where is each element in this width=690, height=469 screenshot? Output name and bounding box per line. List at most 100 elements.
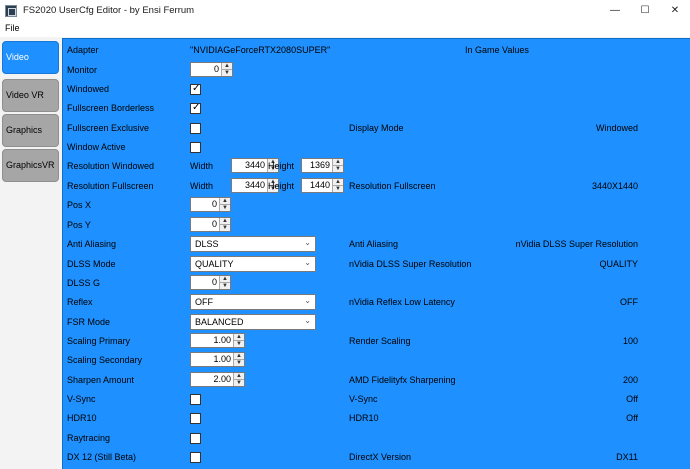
maximize-button[interactable]: ☐	[630, 0, 660, 21]
in-game-values-header: In Game Values	[465, 45, 529, 55]
scaling-primary-spinner[interactable]: 1.00 ▲ ▼	[190, 333, 245, 348]
pos-x-value[interactable]: 0	[191, 198, 219, 211]
menu-file[interactable]: File	[5, 23, 20, 33]
ig-dlss-label: nVidia DLSS Super Resolution	[349, 259, 472, 269]
sharpening-value: 200	[622, 375, 638, 385]
windowed-checkbox[interactable]	[190, 83, 201, 95]
directx-version-label: DirectX Version	[349, 452, 412, 462]
pos-x-label: Pos X	[67, 200, 92, 210]
spinner-arrows-icon[interactable]: ▲ ▼	[332, 179, 343, 192]
tab-graphics-vr[interactable]: GraphicsVR	[2, 149, 59, 182]
ig-hdr10-value: Off	[626, 413, 638, 423]
chevron-down-icon: ⌄	[304, 296, 311, 305]
window-active-label: Window Active	[67, 142, 126, 152]
res-windowed-height-label: Height	[268, 161, 295, 171]
spinner-arrows-icon[interactable]: ▲ ▼	[221, 63, 232, 76]
scaling-secondary-value[interactable]: 1.00	[191, 353, 233, 366]
minimize-button[interactable]: —	[600, 0, 630, 21]
fsr-mode-dropdown[interactable]: BALANCED ⌄	[190, 314, 316, 330]
tab-graphics[interactable]: Graphics	[2, 114, 59, 147]
spinner-arrows-icon[interactable]: ▲ ▼	[219, 198, 230, 211]
chevron-down-icon: ⌄	[304, 238, 311, 247]
reflex-selected: OFF	[195, 297, 213, 307]
tab-video-vr[interactable]: Video VR	[2, 79, 59, 112]
pos-y-label: Pos Y	[67, 220, 91, 230]
anti-aliasing-selected: DLSS	[195, 239, 219, 249]
pos-x-spinner[interactable]: 0 ▲ ▼	[190, 197, 231, 212]
ig-anti-aliasing-label: Anti Aliasing	[349, 239, 399, 249]
ig-resolution-fullscreen-value: 3440X1440	[591, 181, 638, 191]
scaling-secondary-label: Scaling Secondary	[67, 355, 143, 365]
res-fullscreen-height-spinner[interactable]: 1440 ▲ ▼	[301, 178, 344, 193]
spinner-arrows-icon[interactable]: ▲ ▼	[219, 218, 230, 231]
spinner-arrows-icon[interactable]: ▲ ▼	[332, 159, 343, 172]
res-windowed-height-value[interactable]: 1369	[302, 159, 332, 172]
ig-reflex-value: OFF	[620, 297, 638, 307]
ig-vsync-label: V-Sync	[349, 394, 378, 404]
reflex-dropdown[interactable]: OFF ⌄	[190, 294, 316, 310]
res-windowed-width-label: Width	[190, 161, 214, 171]
ig-hdr10-label: HDR10	[349, 413, 379, 423]
raytracing-label: Raytracing	[67, 433, 111, 443]
app-icon	[5, 4, 17, 17]
hdr10-label: HDR10	[67, 413, 97, 423]
fullscreen-borderless-checkbox[interactable]	[190, 102, 201, 114]
ig-dlss-value: QUALITY	[599, 259, 638, 269]
ig-reflex-label: nVidia Reflex Low Latency	[349, 297, 455, 307]
res-fullscreen-height-value[interactable]: 1440	[302, 179, 332, 192]
tab-video[interactable]: Video	[2, 41, 59, 74]
sharpening-label: AMD Fidelityfx Sharpening	[349, 375, 456, 385]
pos-y-spinner[interactable]: 0 ▲ ▼	[190, 217, 231, 232]
adapter-label: Adapter	[67, 45, 99, 55]
scaling-primary-label: Scaling Primary	[67, 336, 131, 346]
monitor-label: Monitor	[67, 65, 98, 75]
anti-aliasing-dropdown[interactable]: DLSS ⌄	[190, 236, 316, 252]
title-bar: FS2020 UserCfg Editor - by Ensi Ferrum —…	[0, 0, 690, 21]
dlss-g-spinner[interactable]: 0 ▲ ▼	[190, 275, 231, 290]
vsync-checkbox[interactable]	[190, 394, 201, 405]
res-windowed-height-spinner[interactable]: 1369 ▲ ▼	[301, 158, 344, 173]
dx12-checkbox[interactable]	[190, 452, 201, 463]
ig-anti-aliasing-value: nVidia DLSS Super Resolution	[515, 239, 638, 249]
fullscreen-borderless-label: Fullscreen Borderless	[67, 103, 155, 113]
close-button[interactable]: ✕	[660, 0, 690, 21]
reflex-label: Reflex	[67, 297, 93, 307]
monitor-value[interactable]: 0	[191, 63, 221, 76]
fullscreen-exclusive-checkbox[interactable]	[190, 123, 201, 134]
spinner-arrows-icon[interactable]: ▲ ▼	[233, 353, 244, 366]
dlss-g-value[interactable]: 0	[191, 276, 219, 289]
window-controls: — ☐ ✕	[600, 0, 690, 21]
display-mode-value: Windowed	[595, 123, 638, 133]
resolution-fullscreen-label: Resolution Fullscreen	[67, 181, 154, 191]
menu-bar: File	[0, 21, 690, 37]
dlss-g-label: DLSS G	[67, 278, 101, 288]
sharpen-amount-spinner[interactable]: 2.00 ▲ ▼	[190, 372, 245, 387]
ig-vsync-value: Off	[626, 394, 638, 404]
fsr-mode-label: FSR Mode	[67, 317, 111, 327]
pos-y-value[interactable]: 0	[191, 218, 219, 231]
chevron-down-icon: ⌄	[304, 258, 311, 267]
dlss-mode-dropdown[interactable]: QUALITY ⌄	[190, 256, 316, 272]
render-scaling-value: 100	[622, 336, 638, 346]
resolution-windowed-label: Resolution Windowed	[67, 161, 155, 171]
res-fullscreen-height-label: Height	[268, 181, 295, 191]
dlss-mode-label: DLSS Mode	[67, 259, 116, 269]
display-mode-label: Display Mode	[349, 123, 404, 133]
hdr10-checkbox[interactable]	[190, 413, 201, 424]
chevron-down-icon: ⌄	[304, 316, 311, 325]
sharpen-amount-value[interactable]: 2.00	[191, 373, 233, 386]
res-windowed-width-value[interactable]: 3440	[232, 159, 267, 172]
spinner-arrows-icon[interactable]: ▲ ▼	[219, 276, 230, 289]
res-fullscreen-width-value[interactable]: 3440	[232, 179, 267, 192]
dx12-label: DX 12 (Still Beta)	[67, 452, 137, 462]
scaling-primary-value[interactable]: 1.00	[191, 334, 233, 347]
scaling-secondary-spinner[interactable]: 1.00 ▲ ▼	[190, 352, 245, 367]
window-active-checkbox[interactable]	[190, 142, 201, 153]
windowed-label: Windowed	[67, 84, 110, 94]
ig-resolution-fullscreen-label: Resolution Fullscreen	[349, 181, 436, 191]
spinner-arrows-icon[interactable]: ▲ ▼	[233, 334, 244, 347]
fullscreen-exclusive-label: Fullscreen Exclusive	[67, 123, 150, 133]
monitor-spinner[interactable]: 0 ▲ ▼	[190, 62, 233, 77]
raytracing-checkbox[interactable]	[190, 433, 201, 444]
spinner-arrows-icon[interactable]: ▲ ▼	[233, 373, 244, 386]
